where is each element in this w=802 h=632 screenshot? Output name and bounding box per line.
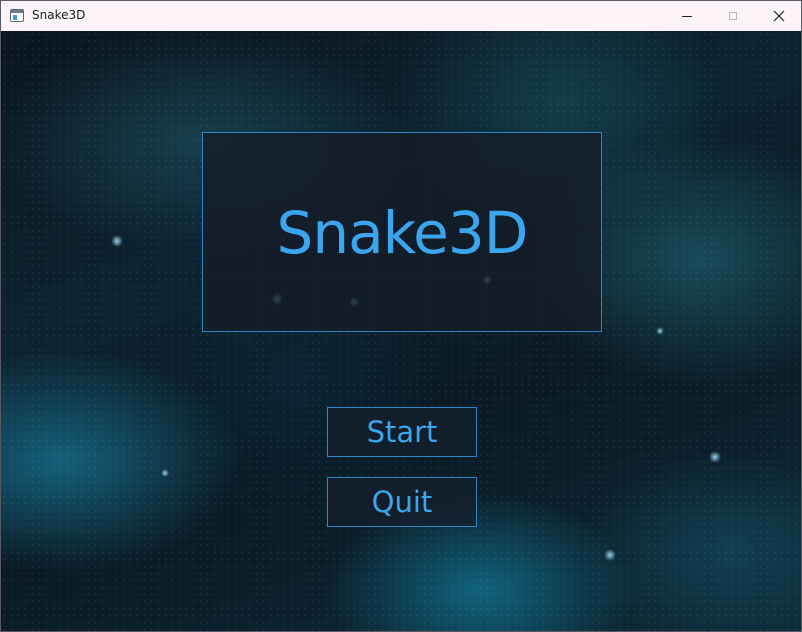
title-bar[interactable]: Snake3D — [1, 1, 801, 31]
start-button-label: Start — [366, 415, 438, 449]
window-title: Snake3D — [32, 8, 86, 22]
app-window-icon — [10, 9, 24, 22]
quit-button[interactable]: Quit — [327, 477, 477, 527]
start-button[interactable]: Start — [327, 407, 477, 457]
game-viewport: Snake3D Start Quit — [1, 31, 801, 631]
minimize-button[interactable] — [664, 1, 710, 31]
minimize-icon — [682, 15, 692, 17]
star — [111, 235, 123, 247]
app-window: Snake3D Snake3D Start Quit — [0, 0, 802, 632]
maximize-button[interactable] — [710, 1, 756, 31]
star — [709, 451, 721, 463]
star — [604, 549, 616, 561]
quit-button-label: Quit — [371, 485, 433, 519]
title-panel: Snake3D — [202, 132, 602, 332]
game-title: Snake3D — [276, 199, 529, 267]
close-button[interactable] — [756, 1, 801, 31]
star — [656, 327, 664, 335]
maximize-icon — [729, 12, 737, 20]
star — [161, 469, 169, 477]
close-icon — [773, 10, 785, 22]
